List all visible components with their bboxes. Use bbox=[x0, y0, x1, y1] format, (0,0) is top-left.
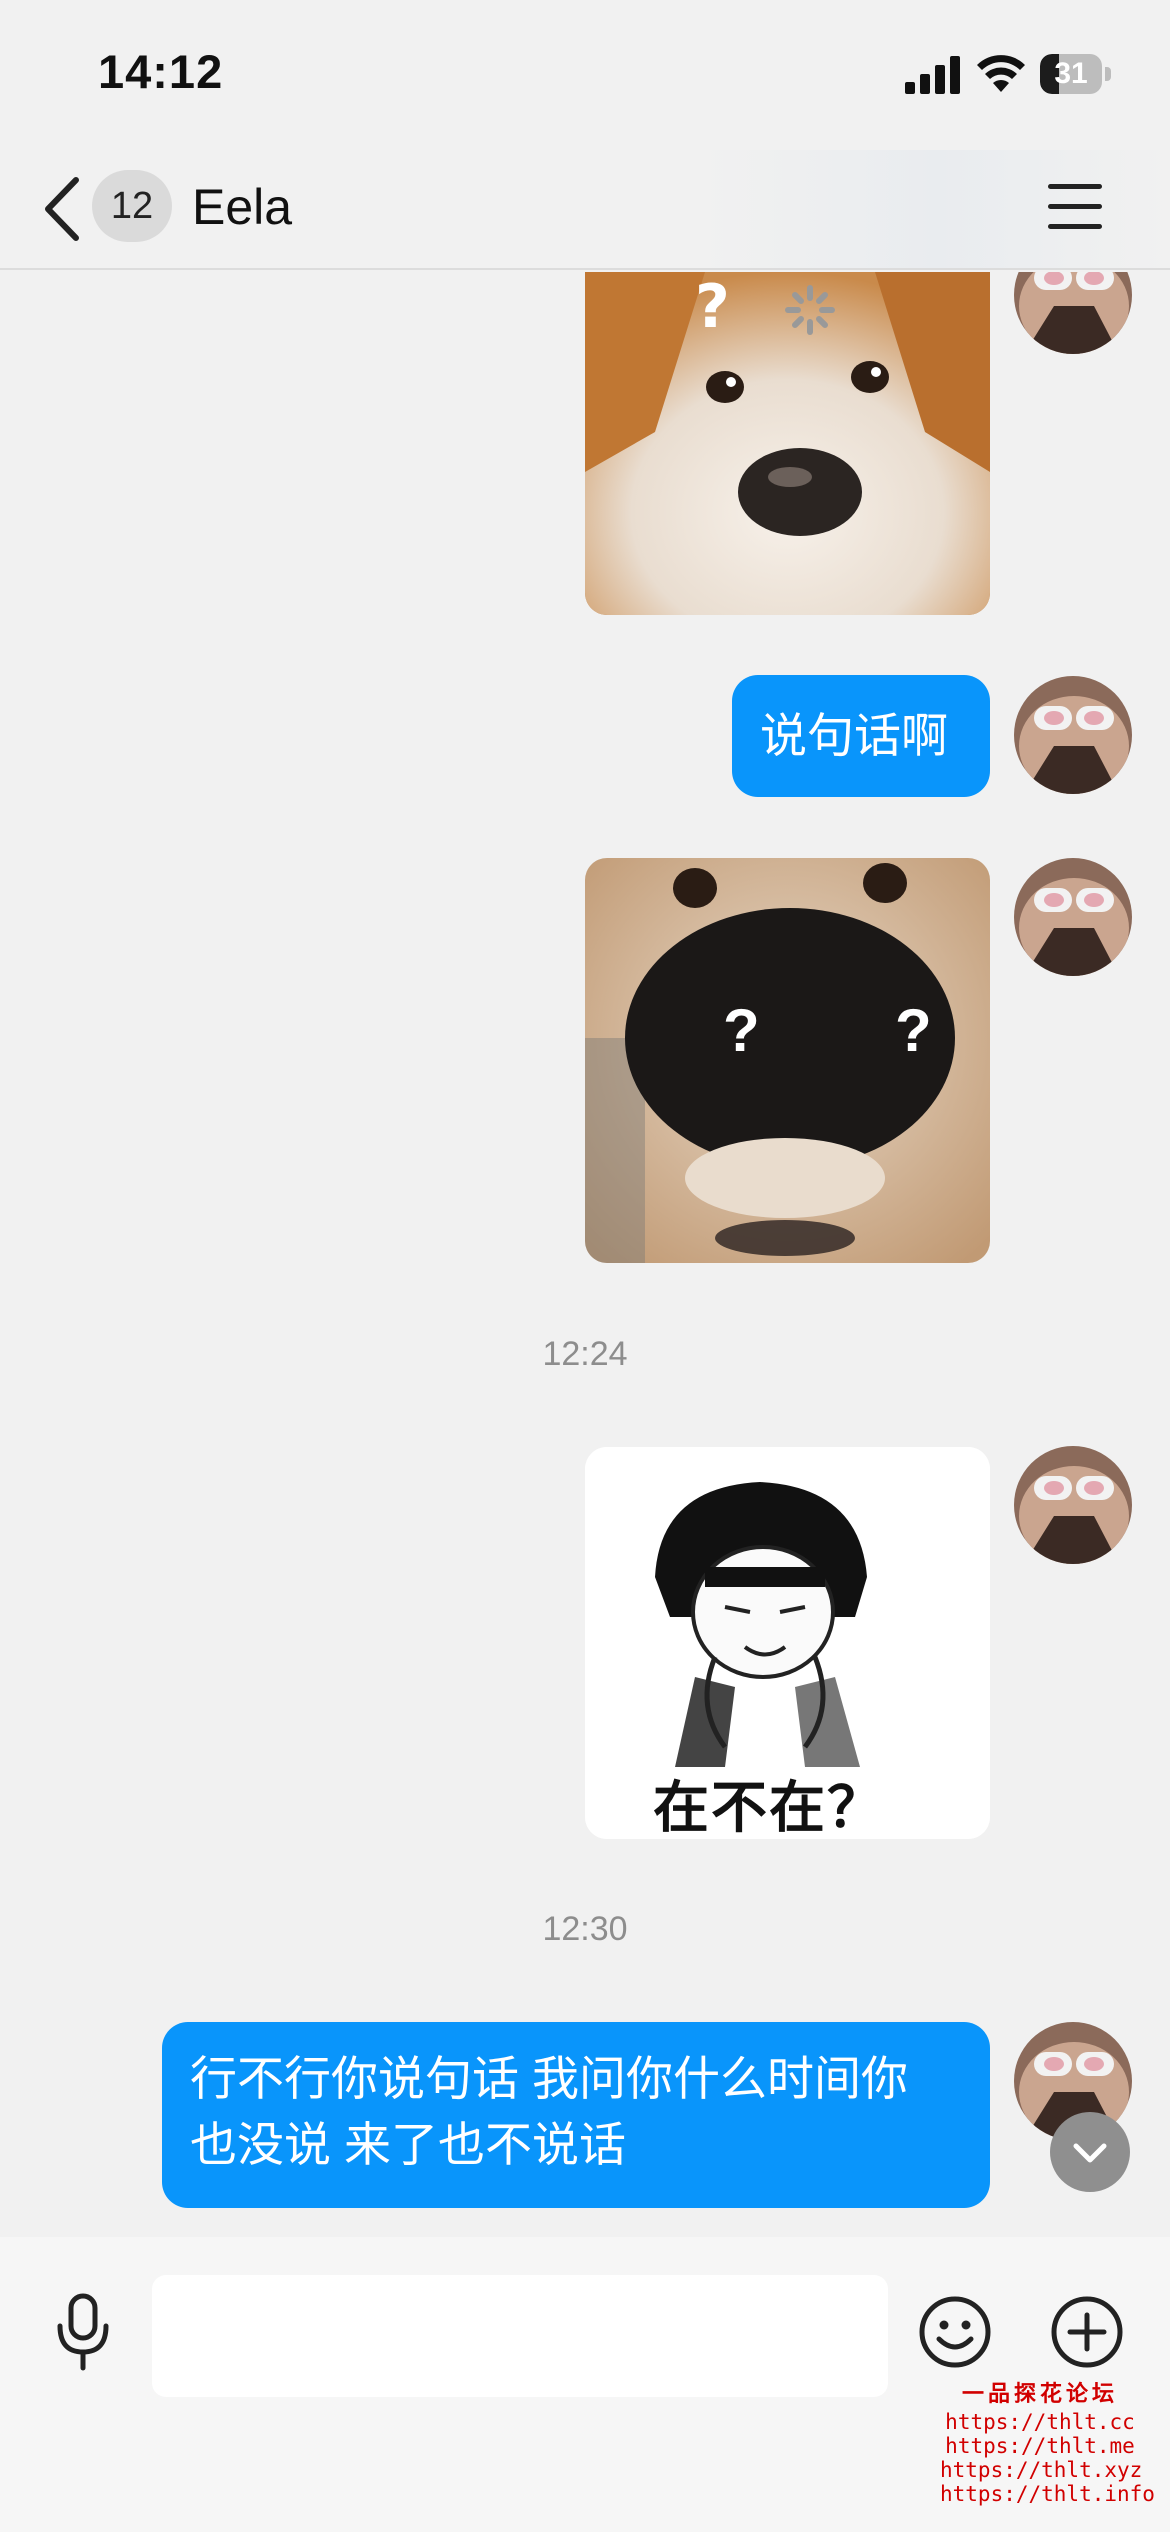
smiley-icon[interactable] bbox=[918, 2295, 992, 2369]
status-bar: 14:12 31 bbox=[0, 0, 1170, 150]
corgi-sticker[interactable]: ? bbox=[585, 272, 990, 615]
message-timestamp: 12:30 bbox=[542, 1910, 628, 1948]
battery-icon: 31 bbox=[1040, 54, 1112, 94]
overlay-question-mark: ? bbox=[895, 997, 932, 1064]
watermark-url: https://thlt.xyz bbox=[940, 2458, 1143, 2482]
message-input[interactable] bbox=[152, 2275, 888, 2397]
avatar[interactable] bbox=[1014, 676, 1132, 794]
chevron-down-icon bbox=[1073, 2143, 1107, 2163]
mushroom-head-meme-sticker[interactable]: 在不在？ bbox=[585, 1447, 990, 1839]
message-text: 说句话啊 bbox=[760, 709, 948, 762]
watermark: 一品探花论坛 https://thlt.cc https://thlt.me h… bbox=[940, 2380, 1155, 2506]
status-time: 14:12 bbox=[98, 45, 224, 98]
chat-title[interactable]: Eela bbox=[192, 178, 292, 236]
message-text-line: 也没说 来了也不说话 bbox=[190, 2118, 627, 2171]
avatar[interactable] bbox=[1014, 1446, 1132, 1564]
scroll-to-bottom-button[interactable] bbox=[1050, 2112, 1130, 2192]
wifi-icon bbox=[977, 55, 1025, 92]
watermark-title: 一品探花论坛 bbox=[961, 2382, 1118, 2407]
chevron-left-icon[interactable] bbox=[38, 174, 88, 244]
hamburger-menu-icon[interactable] bbox=[1048, 180, 1104, 232]
message-timestamp: 12:24 bbox=[542, 1335, 628, 1373]
cellular-signal-icon bbox=[905, 56, 960, 94]
svg-text:?: ? bbox=[695, 272, 730, 342]
plus-circle-icon[interactable] bbox=[1050, 2295, 1124, 2369]
avatar[interactable] bbox=[1014, 858, 1132, 976]
watermark-url: https://thlt.me bbox=[945, 2434, 1135, 2458]
message-bubble[interactable]: 说句话啊 bbox=[732, 675, 990, 797]
dog-nose-sticker[interactable]: ? ? bbox=[585, 858, 990, 1263]
microphone-icon[interactable] bbox=[50, 2292, 116, 2372]
battery-percent: 31 bbox=[1054, 57, 1088, 90]
overlay-question-mark: ? bbox=[723, 997, 760, 1064]
message-text-line: 行不行你说句话 我问你什么时间你 bbox=[190, 2052, 909, 2105]
watermark-url: https://thlt.info bbox=[940, 2482, 1155, 2506]
unread-count-badge[interactable]: 12 bbox=[92, 170, 172, 242]
sticker-caption: 在不在？ bbox=[653, 1776, 885, 1839]
chat-header: 12 Eela bbox=[0, 150, 1170, 270]
message-bubble[interactable]: 行不行你说句话 我问你什么时间你 也没说 来了也不说话 bbox=[162, 2022, 990, 2208]
watermark-url: https://thlt.cc bbox=[945, 2410, 1135, 2434]
